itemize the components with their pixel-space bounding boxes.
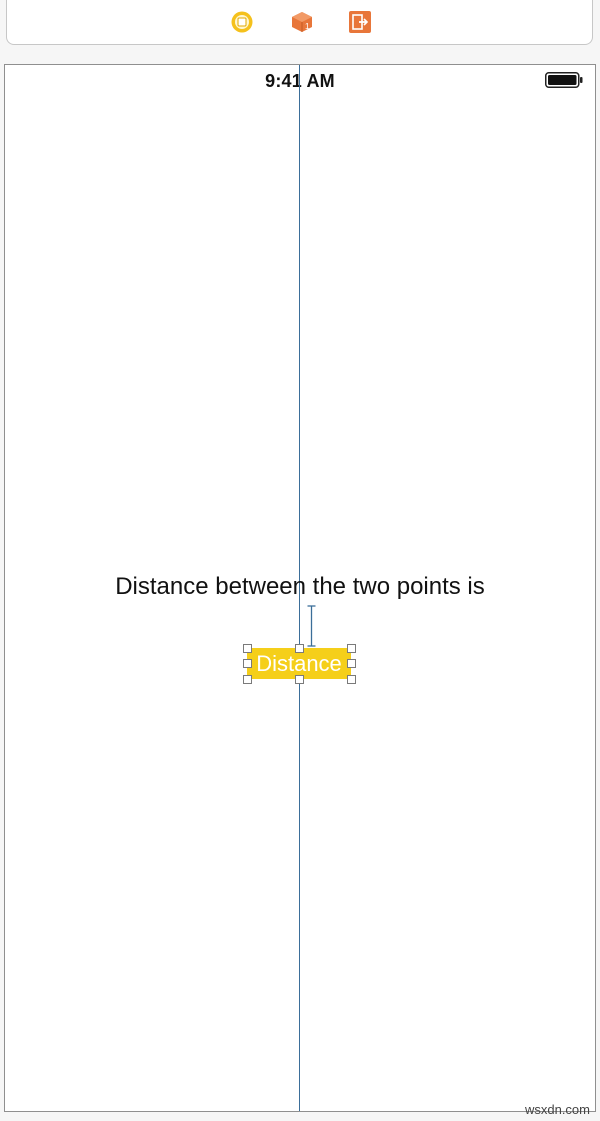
- resize-handle-bottom-center[interactable]: [295, 675, 304, 684]
- resize-handle-middle-left[interactable]: [243, 659, 252, 668]
- status-bar-time: 9:41 AM: [265, 71, 335, 91]
- iphone-scene-canvas[interactable]: 9:41 AM Distance between the two points …: [4, 64, 596, 1112]
- watermark: wsxdn.com: [524, 1102, 590, 1117]
- distance-title-label[interactable]: Distance between the two points is: [5, 573, 595, 601]
- scene-dock: 1: [6, 0, 593, 45]
- resize-handle-top-left[interactable]: [243, 644, 252, 653]
- resize-handle-top-center[interactable]: [295, 644, 304, 653]
- svg-text:1: 1: [305, 22, 310, 31]
- vertical-spacing-constraint[interactable]: [307, 605, 316, 647]
- first-responder-icon[interactable]: 1: [291, 11, 313, 33]
- resize-handle-middle-right[interactable]: [347, 659, 356, 668]
- resize-handle-bottom-left[interactable]: [243, 675, 252, 684]
- battery-icon: [545, 72, 583, 88]
- resize-handle-bottom-right[interactable]: [347, 675, 356, 684]
- resize-handle-top-right[interactable]: [347, 644, 356, 653]
- exit-icon[interactable]: [349, 11, 371, 33]
- view-controller-icon[interactable]: [231, 11, 253, 33]
